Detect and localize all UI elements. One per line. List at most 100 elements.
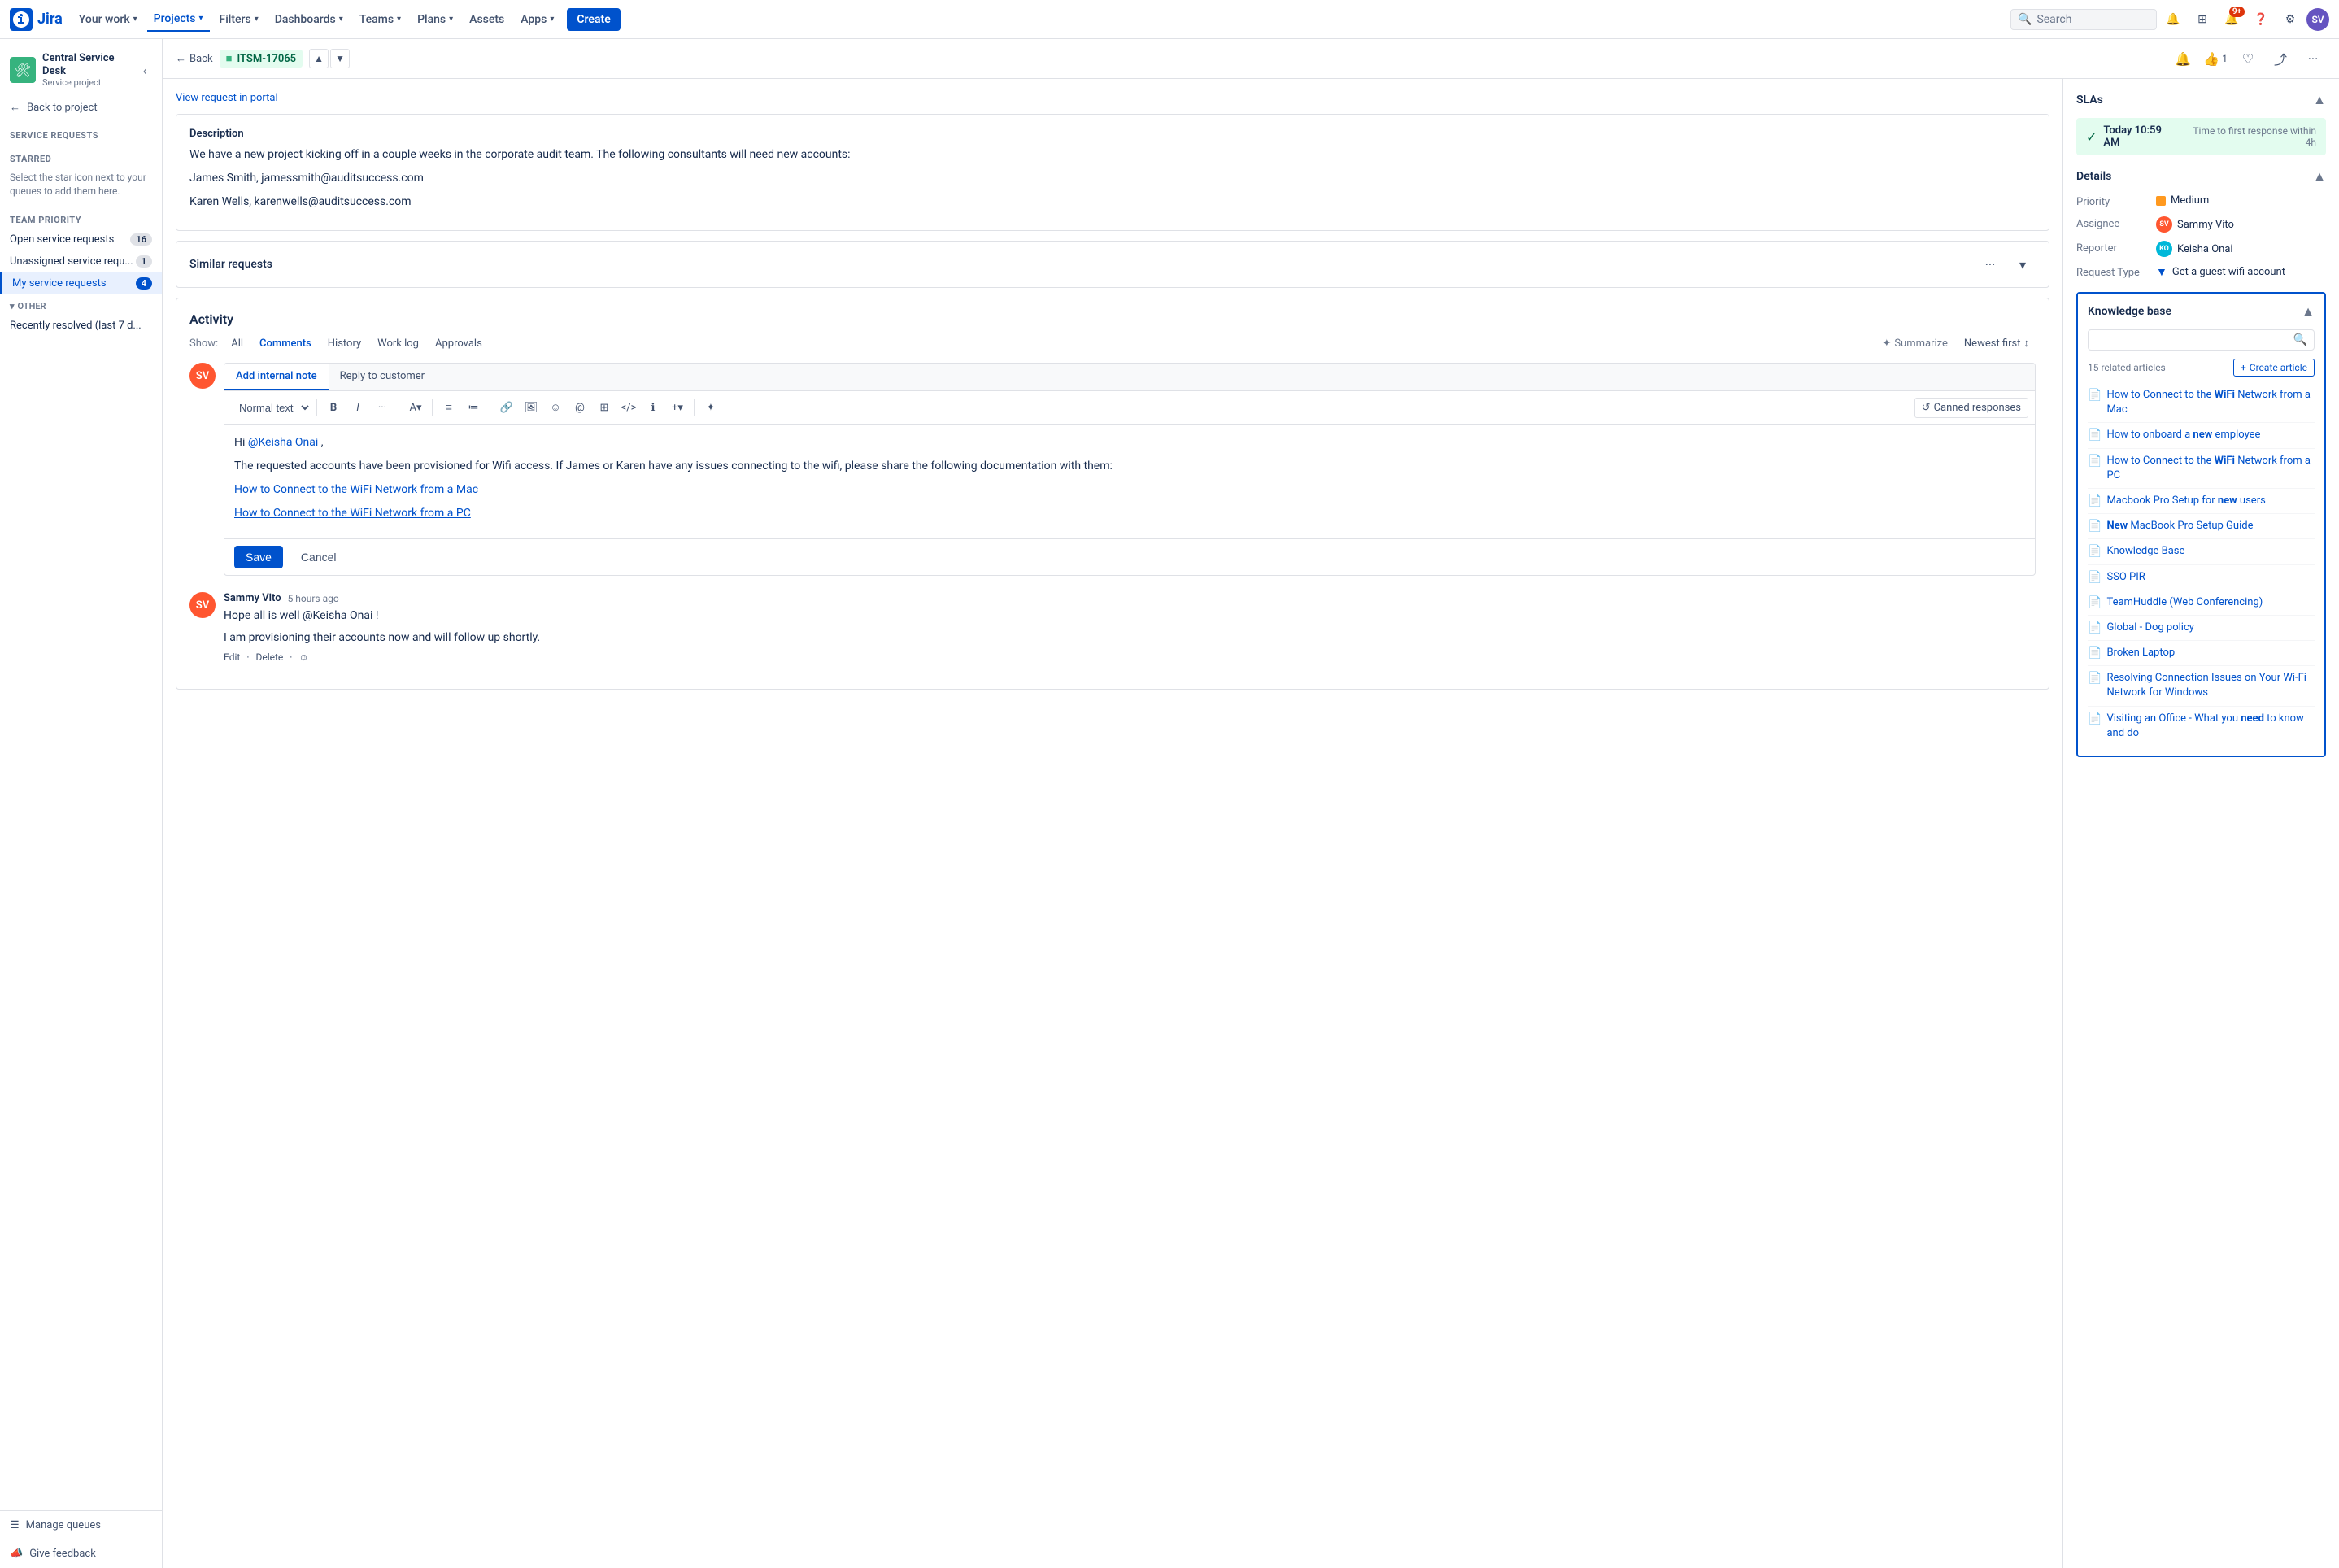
- emoji-button[interactable]: ☺: [544, 396, 567, 419]
- nav-filters[interactable]: Filters▾: [213, 8, 265, 31]
- nav-your-work[interactable]: Your work▾: [72, 8, 144, 31]
- kb-article-0[interactable]: 📄 How to Connect to the WiFi Network fro…: [2088, 383, 2315, 423]
- text-style-select[interactable]: Normal text Heading 1 Heading 2: [231, 399, 311, 417]
- help-button[interactable]: ❓: [2248, 7, 2274, 33]
- sidebar-item-open-requests[interactable]: Open service requests 16: [0, 229, 162, 250]
- prev-issue-button[interactable]: ▲: [309, 49, 329, 68]
- notification-bell[interactable]: 🔔: [2160, 7, 2186, 33]
- give-feedback-link[interactable]: 📣 Give feedback: [0, 1540, 162, 1568]
- comment-react-button[interactable]: ☺: [298, 651, 308, 663]
- kb-collapse-button[interactable]: ▲: [2302, 303, 2315, 320]
- sla-item: ✓ Today 10:59 AM Time to first response …: [2076, 118, 2326, 155]
- sidebar-item-recently-resolved[interactable]: Recently resolved (last 7 d...: [0, 315, 162, 337]
- kb-article-11[interactable]: 📄 Visiting an Office - What you need to …: [2088, 707, 2315, 746]
- nav-plans[interactable]: Plans▾: [411, 8, 460, 31]
- link-button[interactable]: 🔗: [495, 396, 518, 419]
- watch-button[interactable]: 🔔: [2170, 46, 2196, 72]
- apps-grid-button[interactable]: ⊞: [2189, 7, 2215, 33]
- next-issue-button[interactable]: ▼: [330, 49, 350, 68]
- editor-body[interactable]: Hi @Keisha Onai , The requested accounts…: [224, 425, 2035, 538]
- numbered-list-button[interactable]: ≔: [462, 396, 485, 419]
- kb-article-5[interactable]: 📄 Knowledge Base: [2088, 539, 2315, 564]
- comment-actions: Edit · Delete · ☺: [224, 651, 2036, 663]
- kb-article-1[interactable]: 📄 How to onboard a new employee: [2088, 423, 2315, 448]
- nav-dashboards[interactable]: Dashboards▾: [268, 8, 350, 31]
- save-button[interactable]: Save: [234, 546, 283, 568]
- vote-count: 1: [2222, 53, 2228, 64]
- mention-button[interactable]: @: [568, 396, 591, 419]
- similar-more-button[interactable]: ···: [1977, 251, 2003, 277]
- other-section-label[interactable]: ▾ OTHER: [0, 294, 162, 315]
- bold-button[interactable]: B: [322, 396, 345, 419]
- share-button[interactable]: ⤴: [2267, 46, 2293, 72]
- activity-section: Activity Show: All Comments History Work…: [176, 298, 2049, 690]
- comment-delete-button[interactable]: Delete: [255, 651, 283, 663]
- cancel-button[interactable]: Cancel: [290, 546, 348, 568]
- tab-all[interactable]: All: [224, 334, 250, 353]
- priority-value: Medium: [2156, 194, 2326, 207]
- vote-button[interactable]: 👍 1: [2202, 46, 2228, 72]
- editor-link-mac[interactable]: How to Connect to the WiFi Network from …: [234, 483, 478, 496]
- kb-article-7[interactable]: 📄 TeamHuddle (Web Conferencing): [2088, 590, 2315, 616]
- tab-reply-customer[interactable]: Reply to customer: [329, 364, 436, 390]
- back-to-project-link[interactable]: ← Back to project: [0, 94, 162, 120]
- sidebar-collapse-button[interactable]: ‹: [137, 62, 152, 78]
- nav-assets[interactable]: Assets: [463, 8, 511, 31]
- ai-button[interactable]: ✦: [699, 396, 722, 419]
- tab-history[interactable]: History: [321, 334, 368, 353]
- sort-icon: ↕: [2024, 337, 2030, 350]
- table-button[interactable]: ⊞: [593, 396, 616, 419]
- sla-time: Today 10:59 AM: [2103, 124, 2177, 149]
- image-button[interactable]: 🖼: [520, 396, 542, 419]
- nav-apps[interactable]: Apps▾: [514, 8, 560, 31]
- plus-button[interactable]: +▾: [666, 396, 689, 419]
- app-name: Jira: [37, 11, 63, 28]
- kb-article-4[interactable]: 📄 New MacBook Pro Setup Guide: [2088, 514, 2315, 539]
- summarize-button[interactable]: ✦ Summarize: [1875, 334, 1954, 353]
- details-collapse-button[interactable]: ▲: [2313, 168, 2326, 185]
- description-label: Description: [189, 128, 2036, 140]
- kb-article-6[interactable]: 📄 SSO PIR: [2088, 565, 2315, 590]
- search-box[interactable]: 🔍 Search: [2010, 9, 2157, 30]
- view-portal-link[interactable]: View request in portal: [176, 92, 2049, 104]
- tab-comments[interactable]: Comments: [253, 334, 318, 353]
- canned-responses-button[interactable]: ↺ Canned responses: [1914, 398, 2028, 418]
- kb-search-input[interactable]: [2095, 334, 2289, 346]
- kb-create-article-button[interactable]: + Create article: [2233, 359, 2315, 377]
- tab-worklog[interactable]: Work log: [371, 334, 425, 353]
- sidebar-item-my-requests[interactable]: My service requests 4: [0, 272, 162, 294]
- sidebar-item-unassigned[interactable]: Unassigned service requ... 1: [0, 250, 162, 272]
- nav-teams[interactable]: Teams▾: [353, 8, 407, 31]
- more-options-button[interactable]: ···: [2300, 46, 2326, 72]
- italic-button[interactable]: I: [346, 396, 369, 419]
- kb-article-8[interactable]: 📄 Global - Dog policy: [2088, 616, 2315, 641]
- like-button[interactable]: ♡: [2235, 46, 2261, 72]
- kb-article-9[interactable]: 📄 Broken Laptop: [2088, 641, 2315, 666]
- code-button[interactable]: </>: [617, 396, 640, 419]
- issue-id-badge[interactable]: ■ ITSM-17065: [220, 50, 303, 68]
- user-avatar[interactable]: SV: [2306, 8, 2329, 31]
- settings-button[interactable]: ⚙: [2277, 7, 2303, 33]
- kb-article-3[interactable]: 📄 Macbook Pro Setup for new users: [2088, 489, 2315, 514]
- sla-collapse-button[interactable]: ▲: [2313, 92, 2326, 108]
- bullet-list-button[interactable]: ≡: [438, 396, 460, 419]
- color-button[interactable]: A▾: [404, 396, 427, 419]
- more-formatting-button[interactable]: ···: [371, 396, 394, 419]
- notification-button[interactable]: 🔔 9+: [2219, 7, 2245, 33]
- comment-edit-button[interactable]: Edit: [224, 651, 240, 663]
- sort-button[interactable]: Newest first ↕: [1958, 333, 2036, 353]
- kb-article-10[interactable]: 📄 Resolving Connection Issues on Your Wi…: [2088, 666, 2315, 706]
- back-button[interactable]: ← Back: [176, 52, 213, 65]
- kb-search-box[interactable]: 🔍: [2088, 329, 2315, 351]
- info-button[interactable]: ℹ: [642, 396, 664, 419]
- editor-link-pc[interactable]: How to Connect to the WiFi Network from …: [234, 507, 471, 520]
- tab-internal-note[interactable]: Add internal note: [224, 364, 329, 390]
- manage-queues-link[interactable]: ☰ Manage queues: [0, 1511, 162, 1540]
- app-logo[interactable]: Jira: [10, 8, 63, 31]
- similar-collapse-button[interactable]: ▾: [2010, 251, 2036, 277]
- create-button[interactable]: Create: [567, 8, 620, 31]
- nav-projects[interactable]: Projects▾: [147, 7, 210, 32]
- request-type-label: Request Type: [2076, 265, 2150, 279]
- kb-article-2[interactable]: 📄 How to Connect to the WiFi Network fro…: [2088, 449, 2315, 489]
- tab-approvals[interactable]: Approvals: [429, 334, 489, 353]
